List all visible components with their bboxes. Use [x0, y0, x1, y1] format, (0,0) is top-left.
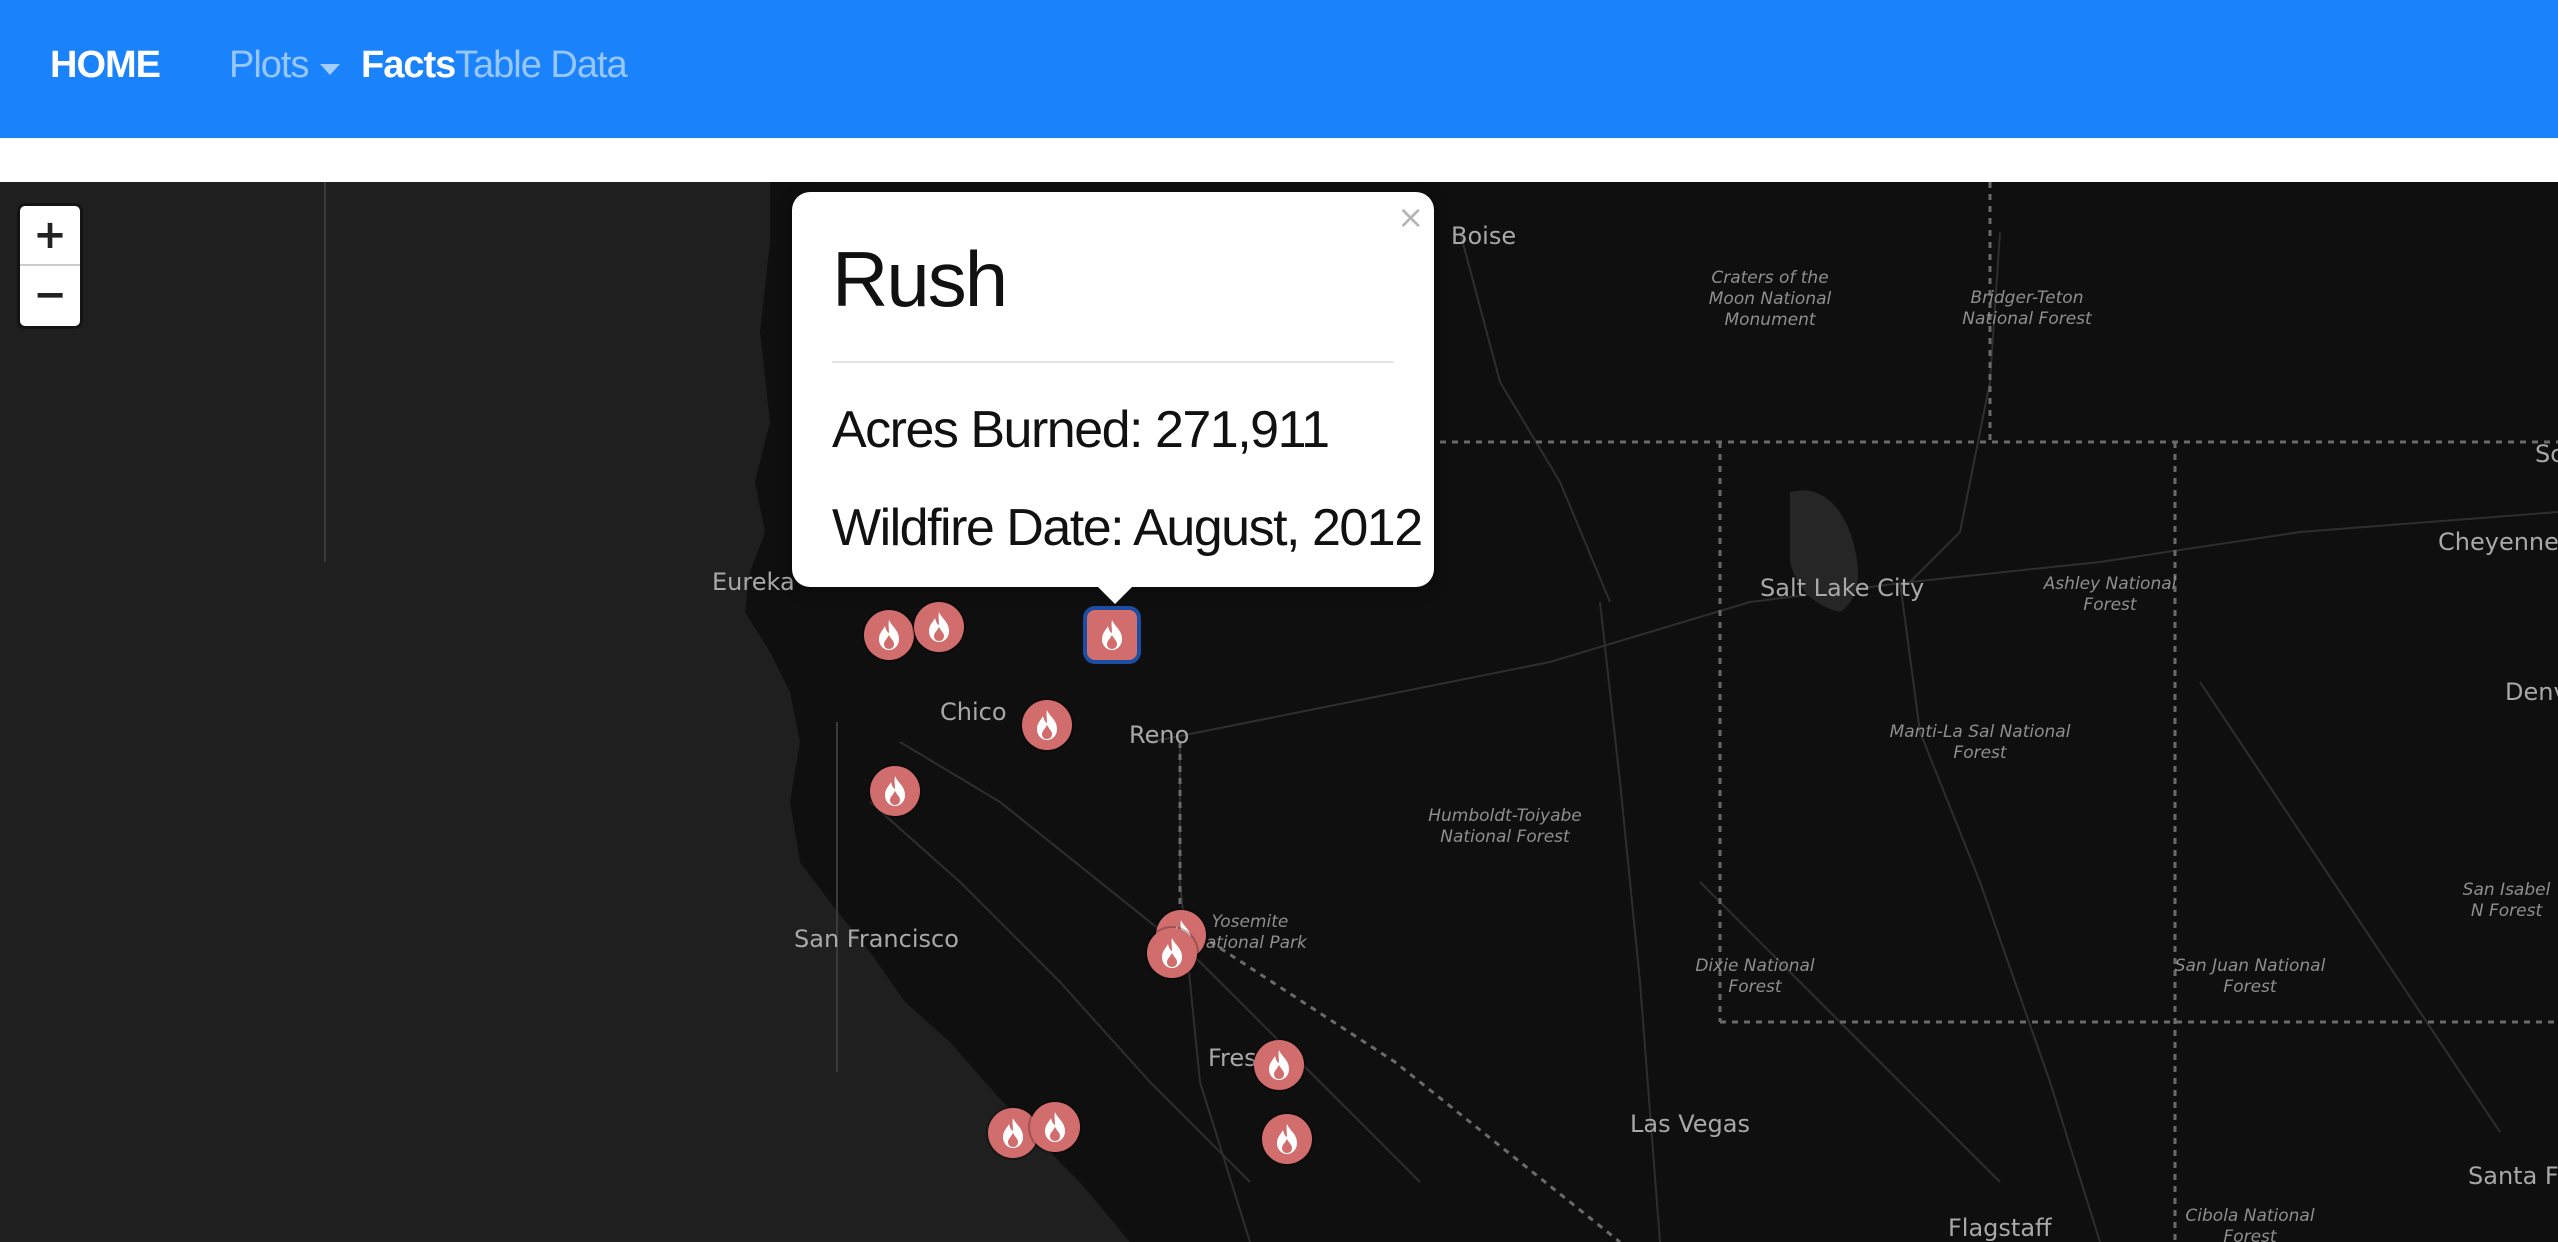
city-label-fresno: Fres: [1208, 1044, 1257, 1072]
wildfire-marker[interactable]: [1022, 700, 1072, 750]
popup-close-button[interactable]: ×: [1397, 198, 1424, 236]
popup-title: Rush: [832, 235, 1008, 323]
fire-icon: [1102, 620, 1122, 650]
wildfire-marker[interactable]: [1254, 1040, 1304, 1090]
wildfire-marker[interactable]: [1262, 1114, 1312, 1164]
fire-icon: [879, 620, 899, 650]
fire-icon: [1003, 1118, 1023, 1148]
forest-label-cibola: Cibola National Forest: [2185, 1206, 2315, 1242]
forest-label-humboldt-toiyabe: Humboldt-Toiyabe National Forest: [1428, 806, 1582, 847]
fire-icon: [1045, 1112, 1065, 1142]
city-label-flagstaff: Flagstaff: [1948, 1214, 2052, 1242]
nav-link-plots[interactable]: Plots: [229, 44, 309, 87]
zoom-control: + −: [20, 206, 80, 326]
fire-icon: [1037, 710, 1057, 740]
popup-acres-burned: Acres Burned: 271,911: [832, 401, 1330, 459]
zoom-out-button[interactable]: −: [20, 266, 80, 324]
popup-wildfire-date: Wildfire Date: August, 2012: [832, 499, 1423, 557]
forest-label-san-isabel: San Isabel N Forest: [2462, 880, 2551, 921]
city-label-eureka: Eureka: [712, 568, 795, 596]
chevron-down-icon[interactable]: [320, 64, 340, 75]
city-label-salt-lake-city: Salt Lake City: [1760, 574, 1925, 602]
fire-icon: [885, 776, 905, 806]
forest-label-bridger-teton: Bridger-Teton National Forest: [1962, 288, 2092, 329]
city-label-reno: Reno: [1129, 721, 1190, 749]
forest-label-craters-of-the-moon: Craters of the Moon National Monument: [1708, 268, 1832, 330]
city-label-chico: Chico: [940, 698, 1007, 726]
forest-label-ashley: Ashley National Forest: [2043, 574, 2177, 615]
wildfire-marker[interactable]: [914, 602, 964, 652]
wildfire-marker-selected[interactable]: [1087, 610, 1137, 660]
zoom-in-button[interactable]: +: [20, 206, 80, 266]
nav-link-facts[interactable]: Facts: [361, 44, 456, 87]
wildfire-marker[interactable]: [1147, 928, 1197, 978]
wildfire-marker[interactable]: [1030, 1102, 1080, 1152]
fire-icon: [1269, 1050, 1289, 1080]
forest-label-yosemite: Yosemite National Park: [1193, 912, 1307, 953]
forest-label-dixie: Dixie National Forest: [1695, 956, 1815, 997]
wildfire-popup: × Rush Acres Burned: 271,911 Wildfire Da…: [792, 192, 1434, 587]
city-label-san-francisco: San Francisco: [794, 925, 959, 953]
city-label-sc: Sc: [2535, 440, 2558, 468]
forest-label-manti-la-sal: Manti-La Sal National Forest: [1889, 722, 2071, 763]
city-label-las-vegas: Las Vegas: [1630, 1110, 1750, 1138]
city-label-boise: Boise: [1451, 222, 1517, 250]
city-label-cheyenne: Cheyenne: [2438, 528, 2558, 556]
home-link[interactable]: HOME: [50, 44, 161, 87]
city-label-denver: Denv: [2505, 678, 2558, 706]
wildfire-marker[interactable]: [870, 766, 920, 816]
nav-link-table-data[interactable]: Table Data: [455, 44, 628, 87]
popup-divider: [832, 361, 1394, 363]
city-label-santa-fe: Santa Fe: [2468, 1162, 2558, 1190]
popup-tip: [1095, 584, 1135, 604]
navbar: HOME Plots Facts Table Data: [0, 0, 2558, 138]
fire-icon: [1162, 938, 1182, 968]
fire-icon: [929, 612, 949, 642]
wildfire-marker[interactable]: [864, 610, 914, 660]
fire-icon: [1277, 1124, 1297, 1154]
forest-label-san-juan: San Juan National Forest: [2174, 956, 2326, 997]
